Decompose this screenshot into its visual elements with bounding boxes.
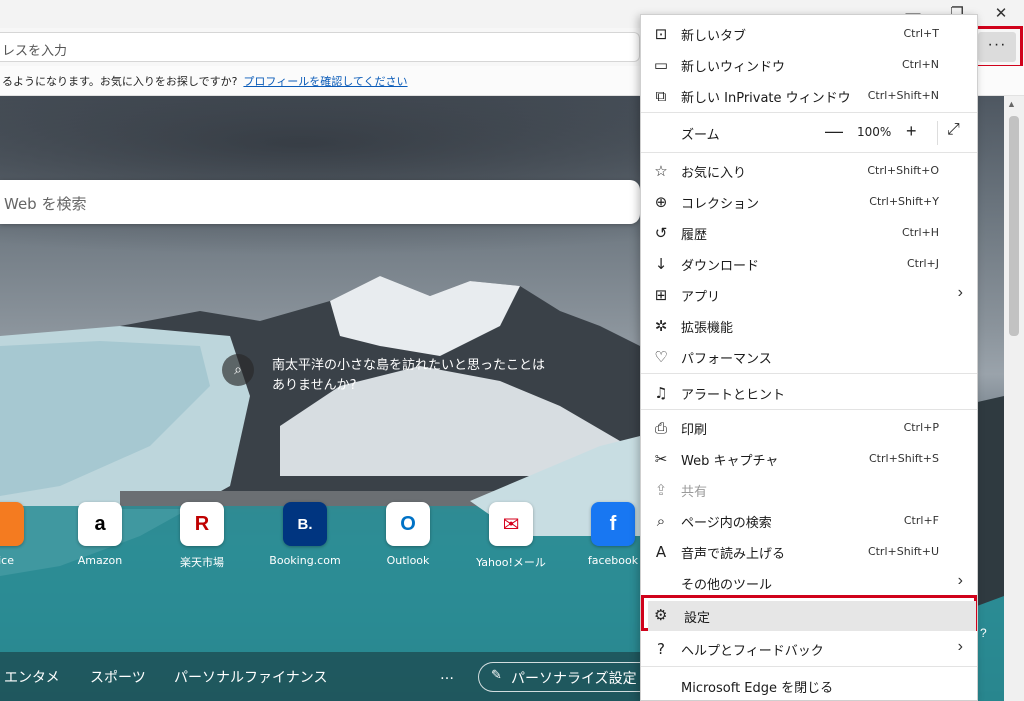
- new-tab-icon: ⊡: [654, 25, 668, 43]
- menu-item-web-capture[interactable]: ✂ Web キャプチャ Ctrl+Shift+S: [641, 443, 977, 474]
- pencil-icon: ✎: [491, 668, 502, 683]
- menu-item-favorites[interactable]: ☆ お気に入り Ctrl+Shift+O: [641, 155, 977, 186]
- menu-item-print[interactable]: ⎙ 印刷 Ctrl+P: [641, 412, 977, 443]
- settings-and-more-button[interactable]: ···: [978, 32, 1016, 62]
- yahoo-mail-icon: ✉: [489, 502, 533, 546]
- nav-sports[interactable]: スポーツ: [90, 667, 146, 687]
- scroll-up-icon[interactable]: ▲: [1007, 99, 1016, 109]
- menu-item-share: ⇪ 共有: [641, 474, 977, 505]
- quick-link-tile[interactable]: a Amazon: [60, 502, 140, 567]
- search-icon[interactable]: ⌕: [222, 354, 254, 386]
- right-hint: ?: [980, 626, 987, 640]
- quick-link-tile[interactable]: ice: [0, 502, 42, 567]
- menu-item-close-edge[interactable]: Microsoft Edge を閉じる: [641, 670, 977, 701]
- zoom-in-button[interactable]: +: [906, 121, 917, 142]
- tile-label: Yahoo!メール: [476, 556, 546, 569]
- tile-label: ice: [0, 554, 14, 567]
- menu-item-new-tab[interactable]: ⊡ 新しいタブ Ctrl+T: [641, 18, 977, 49]
- menu-item-new-window[interactable]: ▭ 新しいウィンドウ Ctrl+N: [641, 49, 977, 80]
- performance-icon: ♡: [654, 348, 668, 366]
- menu-item-more-tools[interactable]: その他のツール ›: [641, 567, 977, 598]
- zoom-divider: [937, 121, 938, 145]
- menu-divider: [641, 112, 977, 113]
- fullscreen-icon[interactable]: ⤢: [947, 121, 960, 139]
- extensions-icon: ✲: [654, 317, 668, 335]
- menu-item-zoom: ズーム — 100% + ⤢: [681, 121, 960, 145]
- personalize-label: パーソナライズ設定: [511, 671, 637, 687]
- quick-link-tile[interactable]: B. Booking.com: [265, 502, 345, 567]
- tile-label: Booking.com: [269, 554, 341, 567]
- help-icon: ?: [657, 640, 665, 658]
- rakuten-icon: R: [180, 502, 224, 546]
- inprivate-icon: ⧉: [655, 87, 667, 105]
- personalize-button[interactable]: ✎ パーソナライズ設定: [478, 662, 640, 692]
- download-icon: ↓: [654, 255, 668, 273]
- bell-icon: ♫: [654, 384, 668, 402]
- nav-more[interactable]: …: [440, 667, 454, 683]
- chevron-right-icon: ›: [957, 572, 963, 589]
- favorites-icon: ☆: [654, 162, 668, 180]
- chevron-right-icon: ›: [957, 284, 963, 301]
- image-caption[interactable]: 南太平洋の小さな島を訪れたいと思ったことはありませんか?: [272, 356, 552, 396]
- nav-entertainment[interactable]: エンタメ: [4, 667, 60, 687]
- address-placeholder: レスを入力: [2, 44, 68, 59]
- collections-icon: ⊕: [654, 193, 668, 211]
- find-icon: ⌕: [656, 512, 666, 530]
- menu-divider: [641, 666, 977, 667]
- address-input[interactable]: レスを入力: [0, 32, 640, 62]
- zoom-value: 100%: [857, 125, 892, 139]
- quick-link-tile[interactable]: O Outlook: [368, 502, 448, 567]
- chevron-right-icon: ›: [957, 638, 963, 655]
- history-icon: ↺: [654, 224, 668, 242]
- nav-finance[interactable]: パーソナルファイナンス: [174, 667, 327, 687]
- menu-item-find[interactable]: ⌕ ページ内の検索 Ctrl+F: [641, 505, 977, 536]
- search-placeholder: Web を検索: [4, 195, 87, 213]
- menu-item-read-aloud[interactable]: A 音声で読み上げる Ctrl+Shift+U: [641, 536, 977, 567]
- tile-label: 楽天市場: [180, 556, 224, 569]
- profile-link[interactable]: プロフィールを確認してください: [243, 75, 407, 88]
- settings-label: 設定: [684, 611, 711, 626]
- menu-item-performance[interactable]: ♡ パフォーマンス: [641, 341, 977, 372]
- menu-item-extensions[interactable]: ✲ 拡張機能: [641, 310, 977, 341]
- outlook-icon: O: [386, 502, 430, 546]
- menu-item-collections[interactable]: ⊕ コレクション Ctrl+Shift+Y: [641, 186, 977, 217]
- menu-item-inprivate[interactable]: ⧉ 新しい InPrivate ウィンドウ Ctrl+Shift+N: [641, 80, 977, 111]
- menu-divider: [641, 373, 977, 374]
- menu-item-help[interactable]: ? ヘルプとフィードバック ›: [641, 633, 977, 664]
- booking-icon: B.: [283, 502, 327, 546]
- gear-icon: ⚙: [654, 607, 668, 624]
- scrollbar-thumb[interactable]: [1009, 116, 1019, 336]
- close-icon[interactable]: ✕: [986, 2, 1016, 26]
- web-capture-icon: ✂: [654, 450, 668, 468]
- web-search-box[interactable]: Web を検索: [0, 180, 640, 224]
- amazon-icon: a: [78, 502, 122, 546]
- facebook-icon: f: [591, 502, 635, 546]
- zoom-out-button[interactable]: —: [825, 121, 843, 142]
- tile-icon: [0, 502, 24, 546]
- menu-divider: [641, 152, 977, 153]
- menu-item-alerts[interactable]: ♫ アラートとヒント: [641, 377, 977, 408]
- tile-label: Outlook: [386, 554, 430, 567]
- menu-item-history[interactable]: ↺ 履歴 Ctrl+H: [641, 217, 977, 248]
- quick-link-tile[interactable]: R 楽天市場: [162, 502, 242, 570]
- menu-item-settings[interactable]: ⚙ 設定: [641, 595, 977, 631]
- apps-icon: ⊞: [654, 286, 668, 304]
- read-aloud-icon: A: [655, 543, 667, 561]
- menu-item-downloads[interactable]: ↓ ダウンロード Ctrl+J: [641, 248, 977, 279]
- infobar-text: るようになります。お気に入りをお探しですか? プロフィールを確認してください: [2, 75, 408, 88]
- menu-divider: [641, 409, 977, 410]
- share-icon: ⇪: [654, 481, 668, 499]
- new-window-icon: ▭: [653, 56, 669, 74]
- menu-item-apps[interactable]: ⊞ アプリ ›: [641, 279, 977, 310]
- quick-link-tile[interactable]: ✉ Yahoo!メール: [471, 502, 551, 570]
- tile-label: Amazon: [77, 554, 123, 567]
- print-icon: ⎙: [654, 419, 667, 437]
